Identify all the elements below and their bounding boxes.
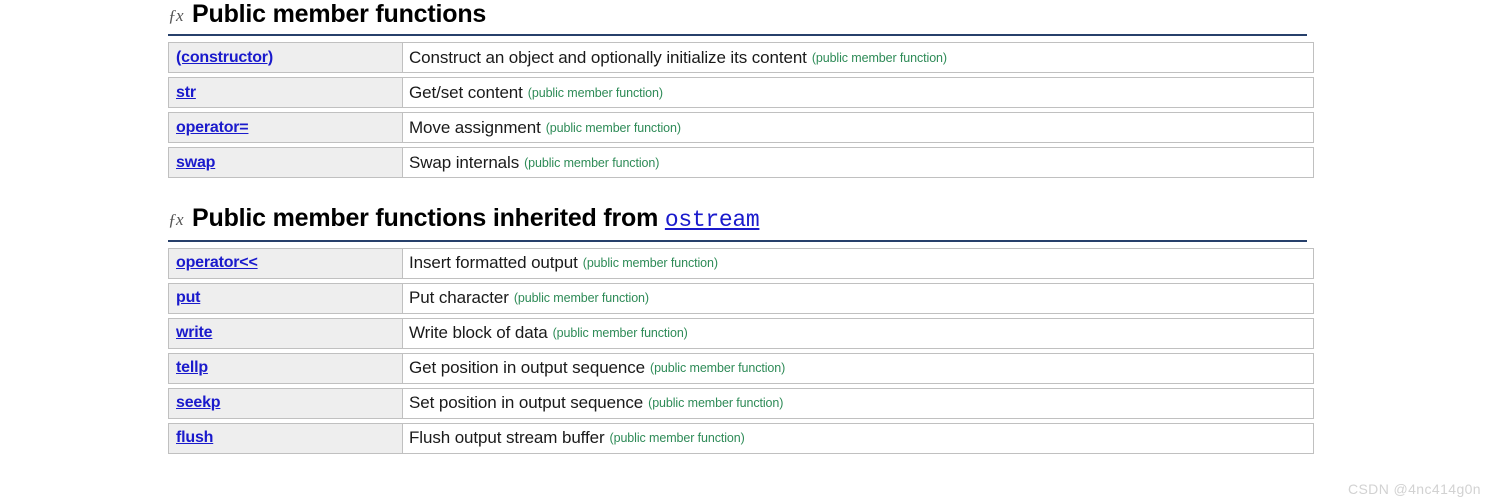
function-description-cell: Get position in output sequence (public … (403, 353, 1313, 383)
fx-icon: ƒx (168, 210, 184, 229)
section-title-text: Public member functions inherited from (192, 204, 659, 232)
function-description-cell: Insert formatted output (public member f… (403, 248, 1313, 278)
function-table: (constructor) Construct an object and op… (168, 42, 1314, 178)
section-public-member-functions: ƒx Public member functions (constructor)… (168, 0, 1314, 178)
function-description-cell: Move assignment (public member function) (403, 113, 1313, 142)
function-name-cell[interactable]: str (169, 78, 403, 107)
ostream-link[interactable]: ostream (665, 207, 760, 233)
section-title: Public member functions inherited from o… (192, 204, 760, 234)
function-description-cell: Flush output stream buffer (public membe… (403, 423, 1313, 453)
heading-rule (168, 34, 1307, 36)
function-description: Put character (409, 288, 509, 308)
section-heading: ƒx Public member functions (168, 0, 1314, 28)
function-link[interactable]: tellp (176, 359, 208, 377)
function-kind: (public member function) (609, 431, 745, 446)
function-name-cell[interactable]: (constructor) (169, 43, 403, 72)
function-description: Set position in output sequence (409, 393, 644, 413)
function-link[interactable]: swap (176, 154, 215, 172)
function-description: Construct an object and optionally initi… (409, 47, 807, 67)
function-link[interactable]: put (176, 289, 200, 307)
table-row: put Put character (public member functio… (168, 282, 1314, 314)
function-name-cell[interactable]: write (169, 318, 403, 348)
function-kind: (public member function) (582, 256, 718, 271)
function-link[interactable]: operator= (176, 119, 249, 137)
section-inherited-from-ostream: ƒx Public member functions inherited fro… (168, 204, 1314, 454)
function-description: Get position in output sequence (409, 358, 646, 378)
function-description: Move assignment (409, 117, 541, 137)
function-description: Insert formatted output (409, 253, 578, 273)
function-link[interactable]: (constructor) (176, 49, 273, 67)
function-description-cell: Write block of data (public member funct… (403, 318, 1313, 348)
function-description: Write block of data (409, 323, 548, 343)
function-link[interactable]: str (176, 84, 196, 102)
function-kind: (public member function) (650, 361, 786, 376)
function-link[interactable]: seekp (176, 394, 221, 412)
function-link[interactable]: flush (176, 429, 213, 447)
function-description-cell: Put character (public member function) (403, 283, 1313, 313)
section-title-text: Public member functions (192, 0, 487, 28)
table-row: write Write block of data (public member… (168, 317, 1314, 349)
function-description-cell: Construct an object and optionally initi… (403, 43, 1313, 72)
table-row: operator= Move assignment (public member… (168, 112, 1314, 143)
function-description: Flush output stream buffer (409, 428, 605, 448)
table-row: str Get/set content (public member funct… (168, 77, 1314, 108)
section-heading: ƒx Public member functions inherited fro… (168, 204, 1314, 234)
function-name-cell[interactable]: swap (169, 148, 403, 177)
function-kind: (public member function) (811, 50, 947, 65)
heading-rule (168, 239, 1307, 242)
table-row: flush Flush output stream buffer (public… (168, 422, 1314, 454)
function-kind: (public member function) (545, 120, 681, 135)
table-row: (constructor) Construct an object and op… (168, 42, 1314, 73)
function-name-cell[interactable]: seekp (169, 388, 403, 418)
fx-icon: ƒx (168, 6, 184, 25)
function-name-cell[interactable]: operator= (169, 113, 403, 142)
function-kind: (public member function) (524, 155, 660, 170)
function-name-cell[interactable]: tellp (169, 353, 403, 383)
function-name-cell[interactable]: flush (169, 423, 403, 453)
function-name-cell[interactable]: operator<< (169, 248, 403, 278)
function-kind: (public member function) (513, 291, 649, 306)
function-description: Get/set content (409, 82, 523, 102)
table-row: operator<< Insert formatted output (publ… (168, 247, 1314, 279)
function-link[interactable]: operator<< (176, 254, 258, 272)
section-title: Public member functions (192, 0, 486, 28)
document-body: ƒx Public member functions (constructor)… (168, 0, 1314, 458)
function-kind: (public member function) (648, 396, 784, 411)
function-link[interactable]: write (176, 324, 213, 342)
function-description: Swap internals (409, 152, 520, 172)
function-description-cell: Swap internals (public member function) (403, 148, 1313, 177)
function-description-cell: Set position in output sequence (public … (403, 388, 1313, 418)
table-row: tellp Get position in output sequence (p… (168, 352, 1314, 384)
function-kind: (public member function) (527, 85, 663, 100)
function-description-cell: Get/set content (public member function) (403, 78, 1313, 107)
table-row: swap Swap internals (public member funct… (168, 147, 1314, 178)
function-kind: (public member function) (552, 326, 688, 341)
function-name-cell[interactable]: put (169, 283, 403, 313)
table-row: seekp Set position in output sequence (p… (168, 387, 1314, 419)
csdn-watermark: CSDN @4nc414g0n (1347, 481, 1481, 497)
function-table: operator<< Insert formatted output (publ… (168, 247, 1314, 454)
